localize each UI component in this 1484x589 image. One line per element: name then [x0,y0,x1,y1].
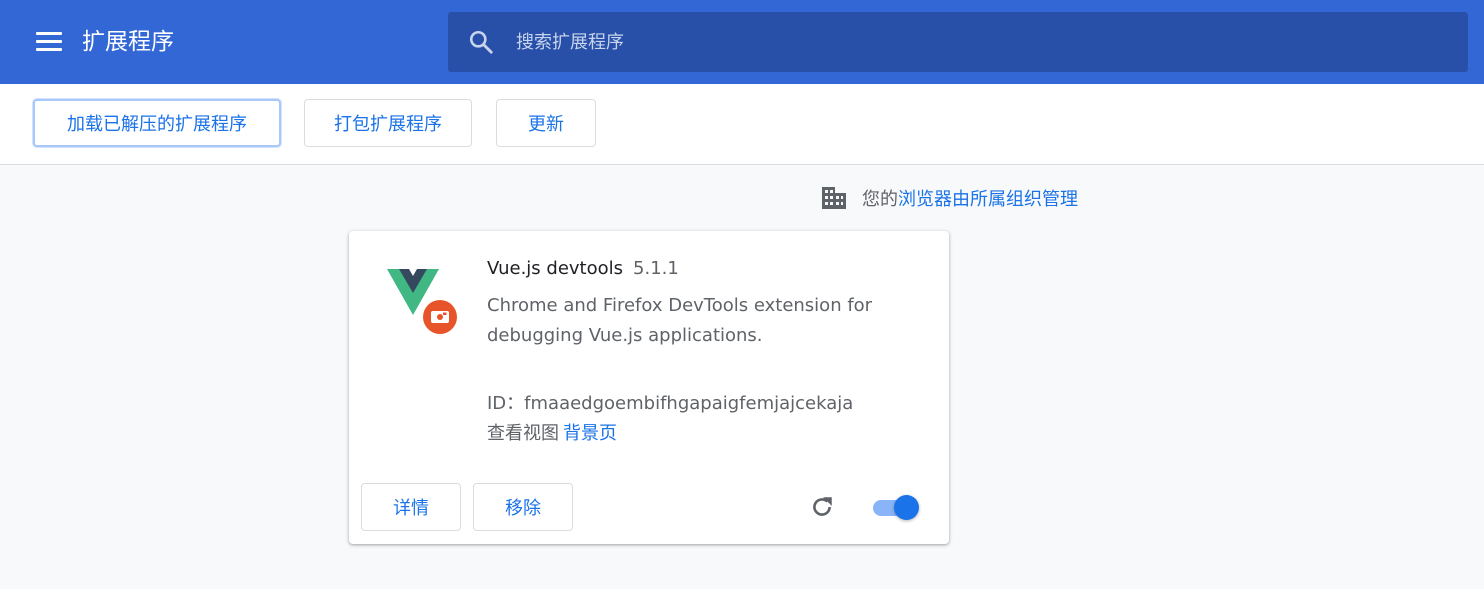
remove-button[interactable]: 移除 [473,483,573,531]
vue-logo-icon [387,269,457,334]
enable-extension-toggle[interactable] [873,495,921,521]
extension-card: Vue.js devtools 5.1.1 Chrome and Firefox … [349,231,949,544]
inspect-views: 查看视图 背景页 [487,419,617,445]
reload-icon[interactable] [809,494,835,520]
building-icon [822,187,846,209]
search-box[interactable] [448,12,1468,72]
managed-notice-link[interactable]: 浏览器由所属组织管理 [898,185,1078,211]
background-page-link[interactable]: 背景页 [563,423,617,444]
top-app-bar: 扩展程序 [0,0,1484,84]
managed-by-organization-notice: 您的 浏览器由所属组织管理 [820,184,1078,212]
pack-extension-button[interactable]: 打包扩展程序 [304,99,472,147]
details-button[interactable]: 详情 [361,483,461,531]
extension-version: 5.1.1 [633,258,679,279]
toggle-knob [894,495,919,520]
extension-id: ID：fmaaedgoembifhgapaigfemjajcekaja [487,389,853,415]
extension-name-text: Vue.js devtools [487,258,624,279]
search-input[interactable] [516,12,1446,72]
load-unpacked-button[interactable]: 加载已解压的扩展程序 [33,99,281,147]
extension-description: Chrome and Firefox DevTools extension fo… [487,295,873,346]
page-title: 扩展程序 [82,29,174,55]
extension-id-label: ID： [487,393,525,414]
update-button[interactable]: 更新 [496,99,596,147]
extension-id-value: fmaaedgoembifhgapaigfemjajcekaja [524,393,854,414]
hamburger-menu-icon[interactable] [36,32,62,52]
search-icon[interactable] [468,29,494,55]
extension-name: Vue.js devtools 5.1.1 [487,258,679,279]
managed-notice-prefix: 您的 [862,189,898,210]
developer-toolbar: 加载已解压的扩展程序 打包扩展程序 更新 [0,84,1484,165]
inspect-views-label: 查看视图 [487,423,559,444]
